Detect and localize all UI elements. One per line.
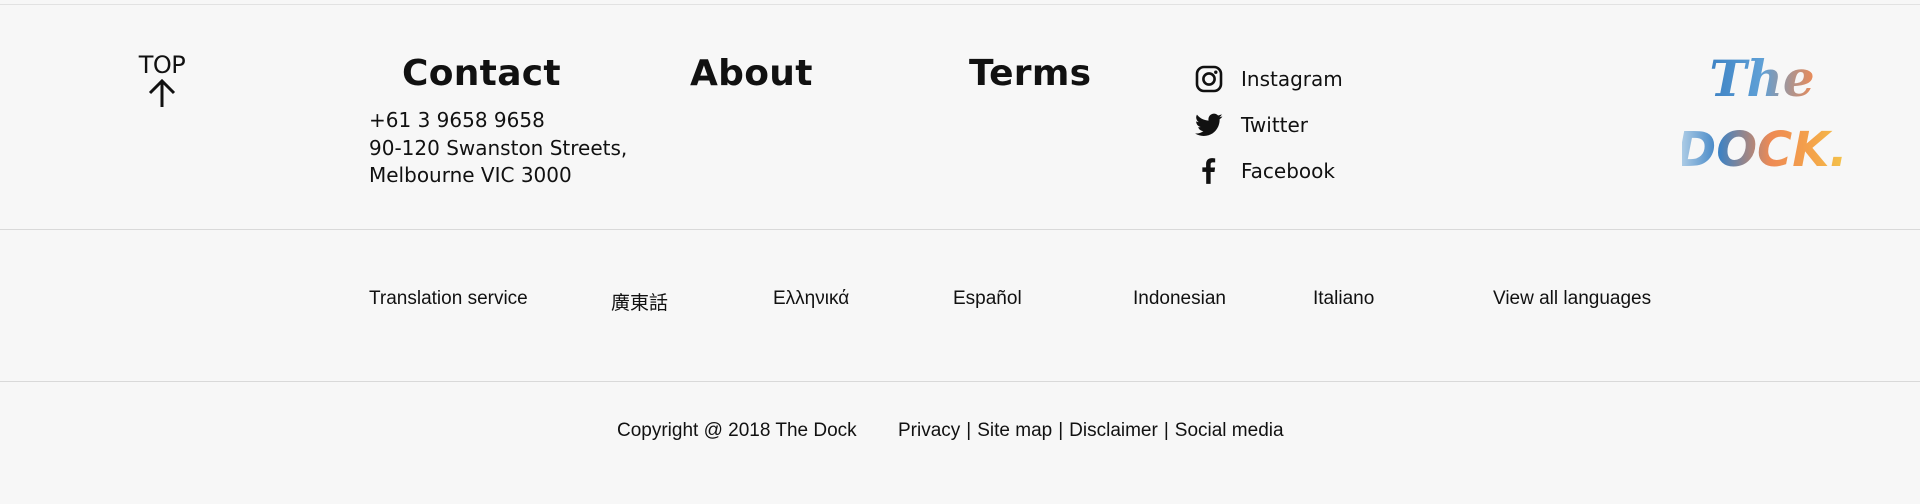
nav-terms[interactable]: Terms [969,52,1091,96]
social-media-link[interactable]: Social media [1175,420,1284,441]
privacy-link[interactable]: Privacy [898,420,960,441]
contact-address-line2: Melbourne VIC 3000 [369,163,572,187]
link-separator: | [966,420,972,441]
footer-divider-bottom [0,381,1920,382]
social-label-twitter: Twitter [1241,113,1309,137]
social-item-facebook[interactable]: Facebook [1195,148,1343,194]
lang-italian[interactable]: Italiano [1313,288,1374,310]
lang-greek[interactable]: Ελληνικά [773,288,849,310]
social-label-instagram: Instagram [1241,67,1343,91]
logo-word-the: The [1709,49,1814,108]
lang-cantonese[interactable]: 廣東話 [611,288,668,315]
social-label-facebook: Facebook [1241,159,1335,183]
logo-word-dock: DOCK. [1682,122,1842,176]
the-dock-logo[interactable]: The DOCK. [1682,48,1842,176]
instagram-icon [1195,65,1223,93]
contact-phone[interactable]: +61 3 9658 9658 [369,107,627,135]
link-separator: | [1163,420,1169,441]
disclaimer-link[interactable]: Disclaimer [1069,420,1158,441]
top-border [0,4,1920,5]
nav-about[interactable]: About [690,52,813,96]
site-map-link[interactable]: Site map [977,420,1052,441]
top-label: TOP [138,51,186,79]
footer-divider [0,229,1920,230]
social-item-twitter[interactable]: Twitter [1195,102,1343,148]
lang-translation-service[interactable]: Translation service [369,288,528,310]
arrow-up-icon [148,78,176,107]
copyright-text: Copyright @ 2018 The Dock [617,420,857,441]
lang-indonesian[interactable]: Indonesian [1133,288,1226,310]
nav-contact[interactable]: Contact [402,52,561,96]
lang-view-all[interactable]: View all languages [1493,288,1651,310]
contact-details: +61 3 9658 9658 90-120 Swanston Streets,… [369,107,627,190]
facebook-icon [1195,157,1223,185]
lang-spanish[interactable]: Español [953,288,1022,310]
social-links: Instagram Twitter Facebook [1195,56,1343,194]
social-item-instagram[interactable]: Instagram [1195,56,1343,102]
link-separator: | [1058,420,1064,441]
footer-links: Privacy | Site map | Disclaimer | Social media [898,420,1284,442]
twitter-icon [1195,111,1223,139]
contact-address-line1: 90-120 Swanston Streets, [369,135,628,160]
back-to-top-link[interactable]: TOP [137,52,187,108]
